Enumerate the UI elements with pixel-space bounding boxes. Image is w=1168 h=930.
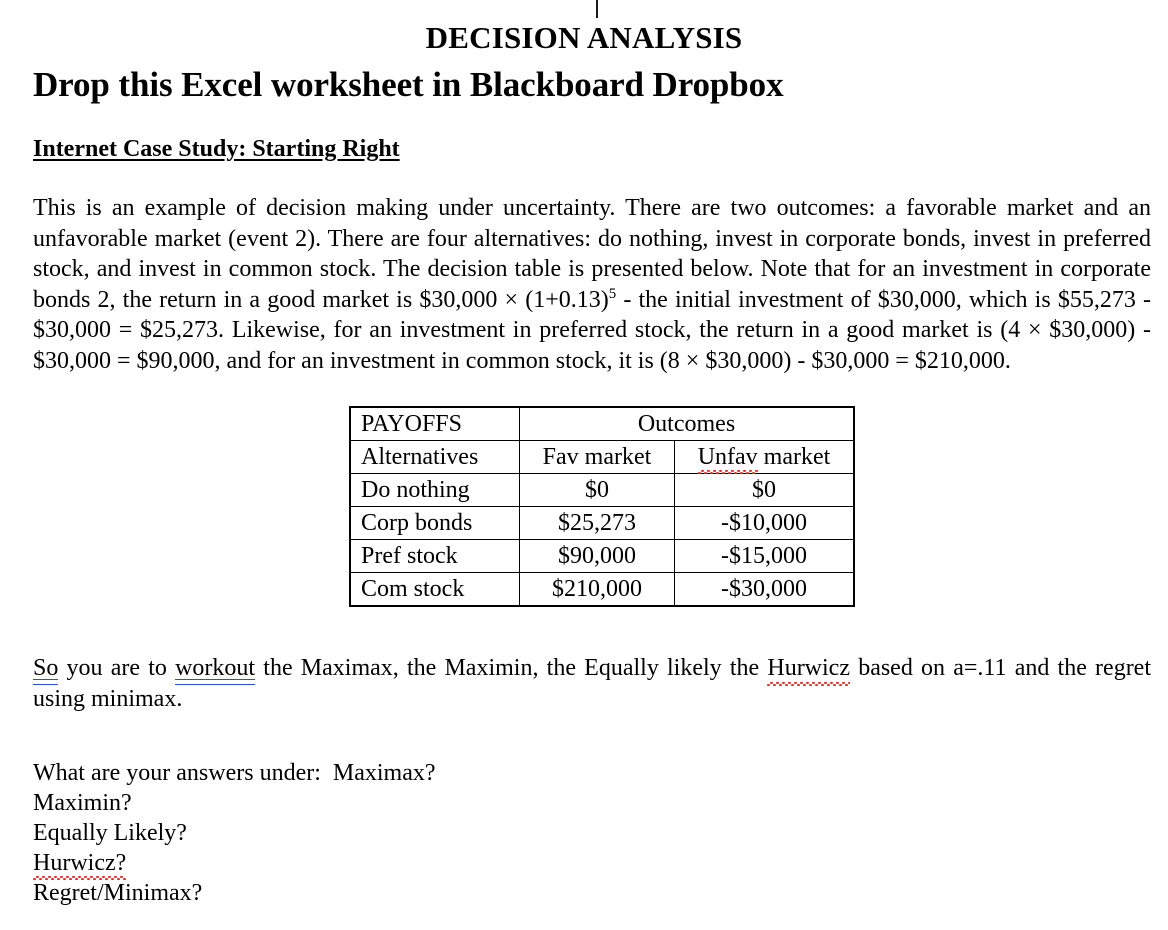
table-cell-alternative: Corp bonds	[349, 506, 520, 540]
misspelled-word-hurwicz-question: Hurwicz?	[33, 850, 127, 880]
table-cell-row-header-label: Alternatives	[349, 440, 520, 474]
table-row: Corp bonds $25,273 -$10,000	[349, 506, 855, 540]
table-cell-fav-payoff: $0	[519, 473, 675, 507]
document-page: DECISION ANALYSIS Drop this Excel worksh…	[0, 0, 1168, 908]
table-cell-alternative: Pref stock	[349, 539, 520, 573]
table-row: Com stock $210,000 -$30,000	[349, 572, 855, 607]
table-row: Do nothing $0 $0	[349, 473, 855, 507]
header-unfav-market-suffix: market	[757, 444, 831, 470]
page-title: DECISION ANALYSIS	[425, 20, 743, 55]
grammar-flagged-word-so: So	[33, 653, 59, 684]
question-line-maximax: What are your answers under: Maximax?	[33, 760, 436, 786]
table-cell-unfav-payoff: -$15,000	[674, 539, 855, 573]
table-row-header-group: PAYOFFS Outcomes	[349, 406, 855, 441]
task-paragraph-mid2: the Maximax, the Maximin, the Equally li…	[255, 655, 768, 681]
table-cell-header-unfav-market: Unfav market	[674, 440, 855, 474]
table-cell-fav-payoff: $90,000	[519, 539, 675, 573]
table-cell-group-header-outcomes: Outcomes	[519, 406, 855, 441]
payoff-table-container: PAYOFFS Outcomes Alternatives Fav market…	[0, 406, 1168, 607]
question-line-hurwicz: Hurwicz?	[33, 848, 1168, 880]
misspelled-word-unfav: Unfav	[697, 444, 758, 474]
grammar-flagged-word-workout: workout	[175, 653, 256, 684]
payoff-table: PAYOFFS Outcomes Alternatives Fav market…	[349, 406, 855, 607]
misspelled-word-hurwicz: Hurwicz	[767, 653, 850, 685]
question-line-maximin: Maximin?	[33, 790, 132, 816]
section-heading: Internet Case Study: Starting Right	[33, 136, 400, 162]
table-cell-fav-payoff: $210,000	[519, 572, 675, 607]
questions-list: What are your answers under: Maximax? Ma…	[0, 758, 1168, 908]
table-cell-unfav-payoff: -$10,000	[674, 506, 855, 540]
table-cell-fav-payoff: $25,273	[519, 506, 675, 540]
table-cell-alternative: Do nothing	[349, 473, 520, 507]
table-cell-corner-label: PAYOFFS	[349, 406, 520, 441]
table-row: Pref stock $90,000 -$15,000	[349, 539, 855, 573]
question-line-regret-minimax: Regret/Minimax?	[33, 880, 203, 906]
table-cell-alternative: Com stock	[349, 572, 520, 607]
table-cell-unfav-payoff: $0	[674, 473, 855, 507]
table-cell-header-fav-market: Fav market	[519, 440, 675, 474]
task-paragraph: So you are to workout the Maximax, the M…	[0, 653, 1168, 714]
task-paragraph-mid1: you are to	[58, 655, 176, 681]
document-subtitle: Drop this Excel worksheet in Blackboard …	[33, 65, 784, 104]
question-line-equally-likely: Equally Likely?	[33, 820, 187, 846]
table-row-column-headers: Alternatives Fav market Unfav market	[349, 440, 855, 474]
intro-paragraph: This is an example of decision making un…	[0, 193, 1168, 376]
table-cell-unfav-payoff: -$30,000	[674, 572, 855, 607]
